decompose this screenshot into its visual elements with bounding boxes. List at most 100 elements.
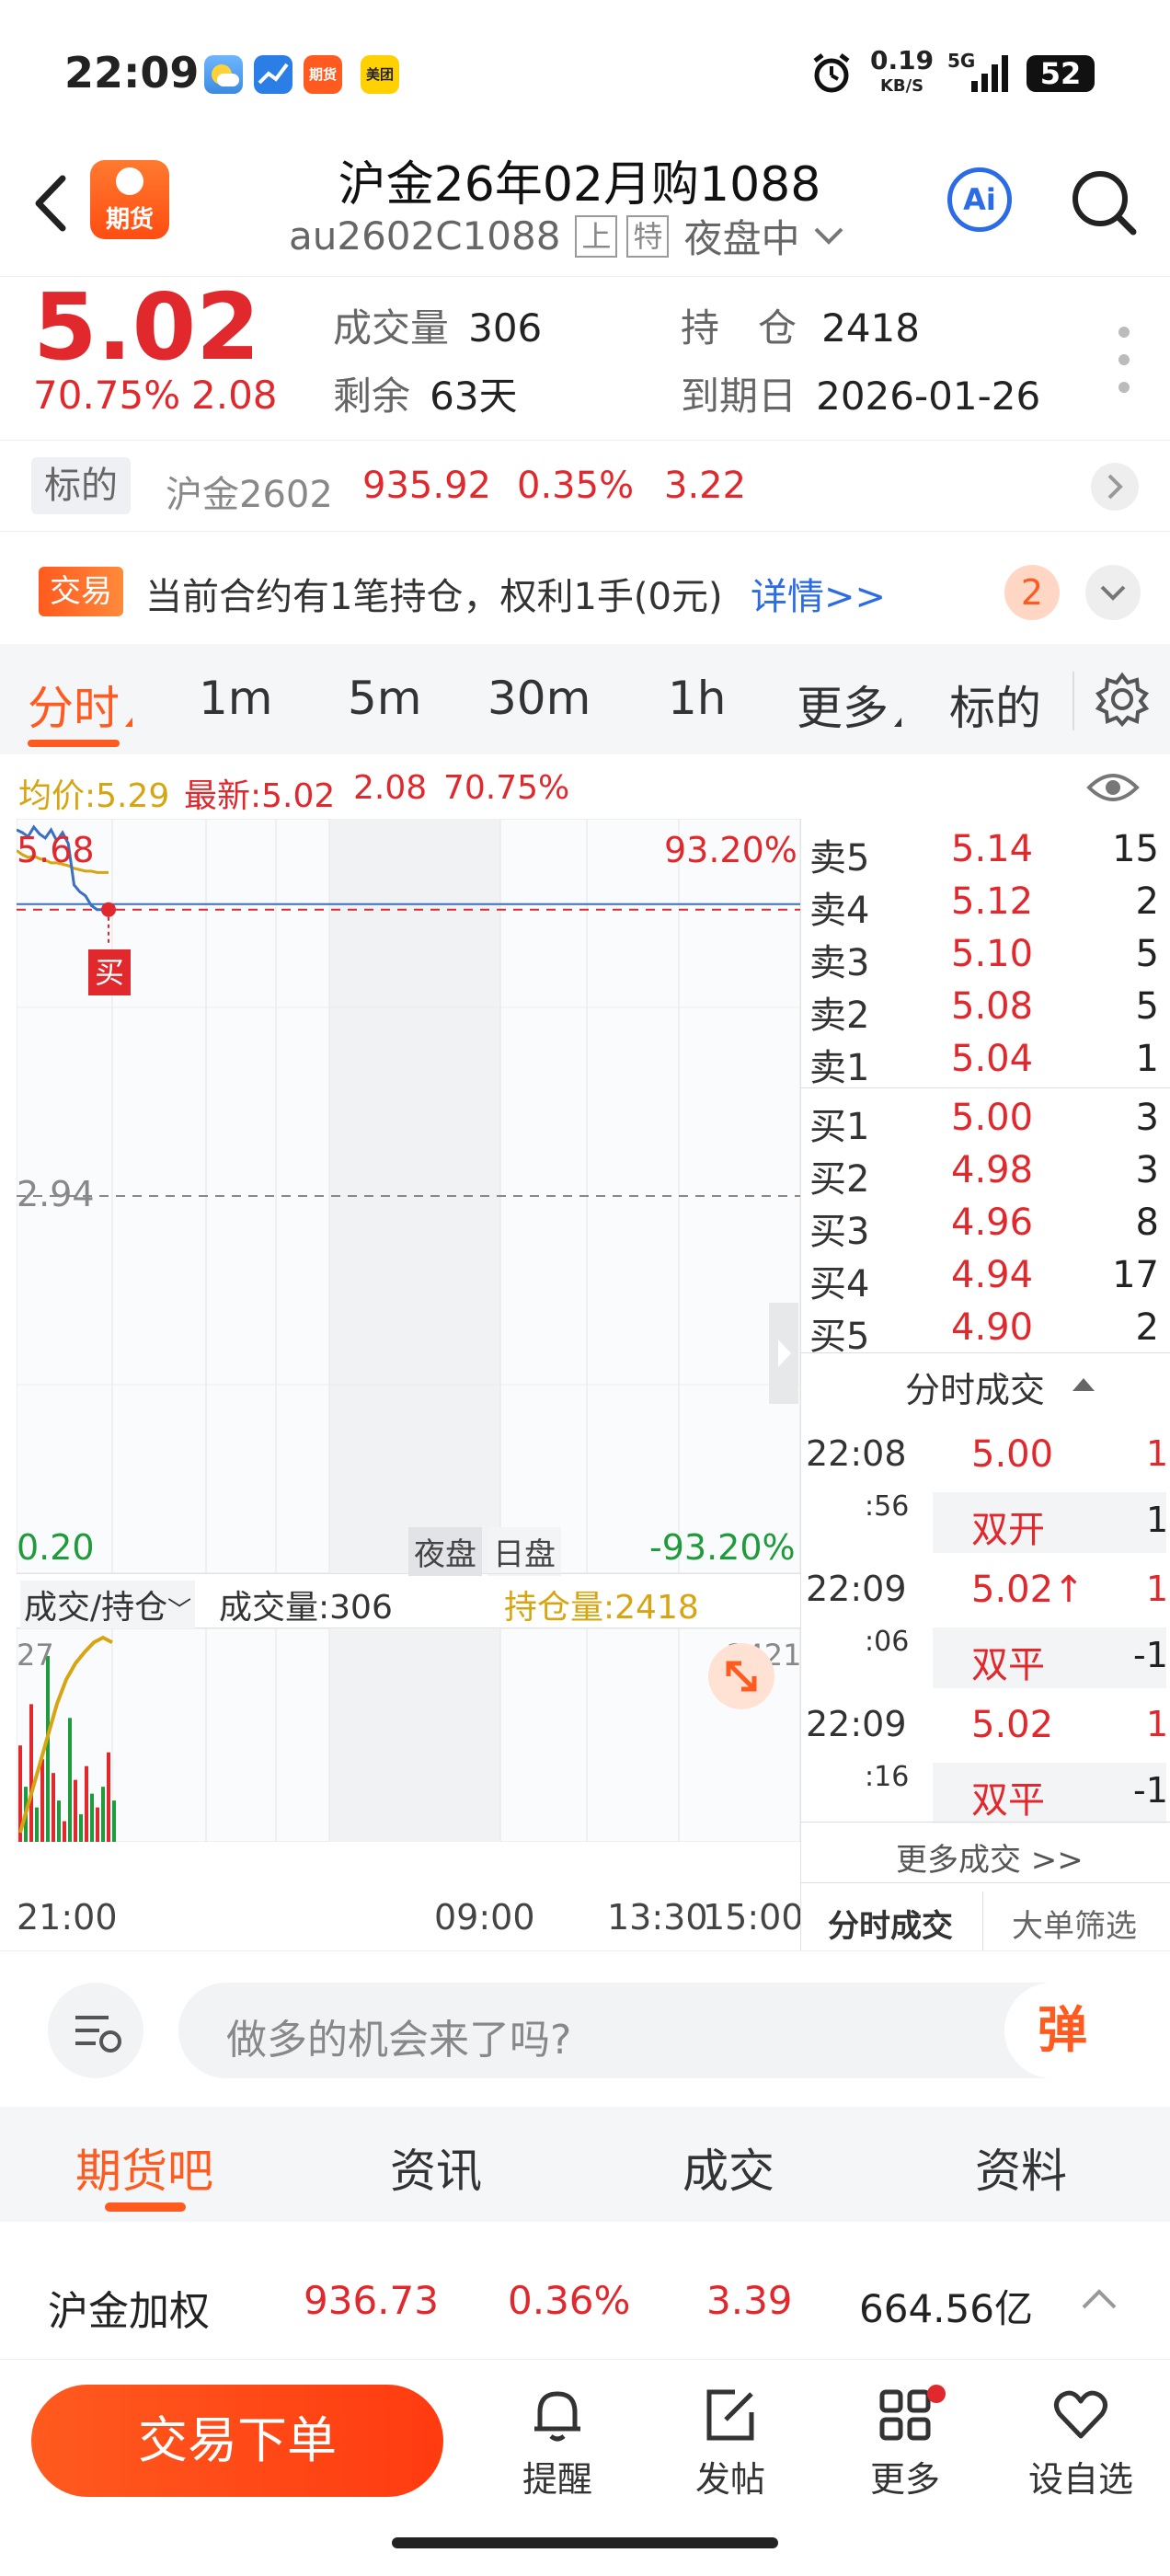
tab-news[interactable]: 资讯 — [390, 2134, 482, 2201]
buy-marker[interactable]: 买 — [88, 949, 131, 995]
ask-row[interactable]: 卖4 5.12 2 — [806, 877, 1166, 932]
battery-icon: 52 — [1027, 55, 1095, 92]
volume-chart — [17, 1628, 800, 1842]
buy-point — [101, 902, 116, 917]
tab-profile[interactable]: 资料 — [975, 2134, 1067, 2201]
expiry-field: 到期日 2026-01-26 — [681, 365, 1040, 421]
tab-more[interactable]: 更多 — [797, 672, 889, 738]
back-icon[interactable] — [28, 171, 74, 239]
eye-icon[interactable] — [1085, 767, 1141, 811]
remaining-label: 剩余 — [333, 374, 411, 419]
chart-period-tabs: 分时 1m 5m 30m 1h 更多 标的 — [0, 644, 1170, 754]
tab-intraday[interactable]: 分时 — [28, 672, 120, 738]
tab-1h[interactable]: 1h — [668, 672, 727, 725]
add-watchlist-action[interactable]: 设自选 — [1021, 2383, 1141, 2501]
bell-icon — [534, 2391, 580, 2442]
ticks-title[interactable]: 分时成交 — [905, 1362, 1045, 1412]
danmaku-settings-icon[interactable] — [48, 1983, 143, 2078]
comment-input[interactable]: 做多的机会来了吗? 弹 — [178, 1983, 1120, 2078]
x-label-day-open: 09:00 — [434, 1897, 535, 1938]
tick-seconds: :06 — [865, 1626, 910, 1658]
volume-bar — [29, 1704, 33, 1842]
underlying-row[interactable]: 标的 沪金2602 935.92 0.35% 3.22 — [0, 440, 1170, 532]
volume-label: 成交量 — [333, 305, 450, 351]
latest-price-label: 最新:5.02 — [184, 777, 336, 815]
tab-30m[interactable]: 30m — [488, 672, 591, 725]
trade-order-button[interactable]: 交易下单 — [31, 2385, 443, 2497]
pct-bottom-label: -93.20% — [649, 1527, 796, 1568]
volume-bar — [74, 1779, 77, 1842]
volume-bar — [68, 1718, 72, 1842]
tick-type-qty: 1 — [1146, 1500, 1169, 1540]
bid-row[interactable]: 买2 4.98 3 — [806, 1145, 1166, 1201]
trade-notice-bar[interactable]: 交易 当前合约有1笔持仓，权利1手(0元) 详情>> 2 — [0, 543, 1170, 644]
bid-row[interactable]: 买3 4.96 8 — [806, 1198, 1166, 1253]
volume-bar — [40, 1759, 44, 1842]
quote-panel: 5.02 70.75% 2.08 成交量 306 持 仓 2418 剩余 63天… — [0, 276, 1170, 432]
order-label: 买4 — [809, 1263, 870, 1305]
volume-bar — [90, 1793, 94, 1842]
underlying-tag: 标的 — [31, 457, 131, 514]
danmaku-toggle[interactable]: 弹 — [1004, 1983, 1120, 2078]
index-ticker-bar[interactable]: 沪金加权 936.73 0.36% 3.39 664.56亿 — [0, 2245, 1170, 2360]
bid-row[interactable]: 买1 5.00 3 — [806, 1093, 1166, 1148]
volume-bar — [85, 1765, 88, 1842]
order-qty: 2 — [1135, 1306, 1159, 1349]
volume-bar — [52, 1773, 55, 1842]
y-top-label: 5.68 — [17, 830, 95, 870]
home-indicator — [392, 2537, 778, 2548]
trade-tag: 交易 — [39, 567, 123, 616]
tick-time: 22:08 — [806, 1433, 907, 1474]
change-pct: 70.75% — [33, 373, 181, 418]
tick-type-qty: -1 — [1133, 1770, 1168, 1811]
tick-tab-large-order[interactable]: 大单筛选 — [1012, 1901, 1137, 1946]
open-interest-field: 持 仓 2418 — [681, 297, 920, 353]
bid-row[interactable]: 买4 4.94 17 — [806, 1250, 1166, 1305]
more-label: 更多 — [869, 2459, 940, 2500]
tab-5m[interactable]: 5m — [348, 672, 422, 725]
search-icon[interactable] — [1067, 166, 1141, 243]
volume-bar — [57, 1800, 61, 1842]
chevron-up-icon[interactable] — [1078, 2283, 1120, 2318]
meituan-app-icon: 美团 — [361, 55, 399, 94]
collapse-panel-handle[interactable] — [769, 1303, 798, 1404]
ask-row[interactable]: 卖2 5.08 5 — [806, 982, 1166, 1037]
settings-icon[interactable] — [1072, 672, 1150, 730]
volume-selector[interactable]: 成交/持仓﹀ — [20, 1581, 196, 1628]
ask-row[interactable]: 卖5 5.14 15 — [806, 824, 1166, 880]
alert-action[interactable]: 提醒 — [511, 2383, 603, 2501]
bid-row[interactable]: 买5 4.90 2 — [806, 1303, 1166, 1358]
contract-code: au2602C1088 — [289, 213, 561, 259]
volume-bar — [46, 1656, 50, 1842]
special-badge: 特 — [626, 214, 670, 258]
chevron-down-icon[interactable] — [1085, 565, 1141, 620]
tab-forum[interactable]: 期货吧 — [75, 2134, 213, 2201]
open-interest-value: 2418 — [821, 305, 920, 351]
order-qty: 2 — [1135, 880, 1159, 923]
ask-row[interactable]: 卖1 5.04 1 — [806, 1034, 1166, 1089]
expand-icon[interactable] — [708, 1643, 774, 1709]
more-action[interactable]: 更多 — [859, 2383, 951, 2501]
order-qty: 5 — [1135, 933, 1159, 975]
chevron-down-icon — [812, 213, 845, 259]
more-vertical-icon[interactable] — [1115, 323, 1133, 400]
contract-code-row[interactable]: au2602C1088 上 特 夜盘中 — [289, 208, 845, 264]
y-mid-label: 2.94 — [17, 1174, 95, 1214]
tick-qty: 1 — [1146, 1569, 1169, 1609]
more-ticks-link[interactable]: 更多成交 >> — [896, 1834, 1084, 1880]
tick-type-bg — [933, 1492, 1166, 1553]
remaining-field: 剩余 63天 — [333, 365, 518, 421]
post-action[interactable]: 发帖 — [684, 2383, 776, 2501]
tab-trades[interactable]: 成交 — [682, 2134, 774, 2201]
ask-row[interactable]: 卖3 5.10 5 — [806, 929, 1166, 984]
intraday-price-chart[interactable] — [17, 819, 800, 1573]
volume-bar — [79, 1814, 83, 1842]
ai-button[interactable]: Ai — [947, 167, 1012, 232]
tab-underlying[interactable]: 标的 — [949, 672, 1041, 738]
tick-type-bg — [933, 1627, 1166, 1688]
tick-tab-intraday[interactable]: 分时成交 — [828, 1901, 953, 1946]
trade-notice-link[interactable]: 详情>> — [751, 567, 886, 620]
tab-1m[interactable]: 1m — [199, 672, 273, 725]
index-name: 沪金加权 — [48, 2288, 210, 2335]
volume-bar — [107, 1752, 110, 1842]
